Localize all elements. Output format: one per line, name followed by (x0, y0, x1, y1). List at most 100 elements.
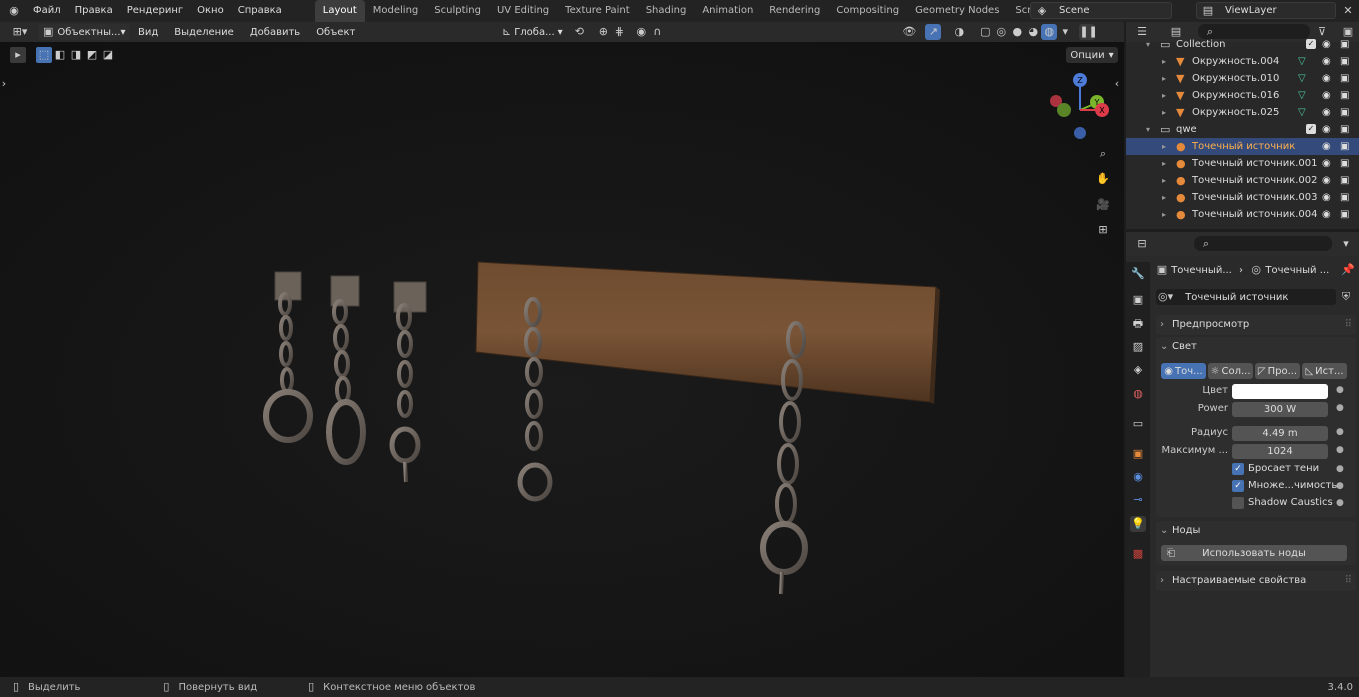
light-type-sun[interactable]: ☼ Сол... (1208, 363, 1253, 379)
pivot-icon[interactable]: ⟲ (571, 24, 587, 40)
tab-animation[interactable]: Animation (694, 0, 761, 22)
perspective-grid-icon[interactable]: ⊞ (1095, 222, 1111, 238)
multiple-importance-checkbox[interactable]: ✓ (1232, 480, 1244, 492)
world-tab-icon[interactable]: ◍ (1130, 386, 1146, 402)
keyframe-dot-icon[interactable]: ● (1336, 464, 1344, 474)
light-data-tab-icon[interactable]: 💡 (1130, 516, 1146, 532)
menu-file[interactable]: Файл (26, 0, 68, 22)
modifier-icon[interactable]: ▽ (1298, 87, 1306, 104)
shading-options-icon[interactable]: ▾ (1057, 24, 1073, 40)
menu-help[interactable]: Справка (231, 0, 289, 22)
shading-wireframe-icon[interactable]: ◎ (993, 24, 1009, 40)
blender-logo-icon[interactable]: ◉ (6, 3, 22, 19)
drag-handle-icon[interactable]: ⠿ (1345, 315, 1352, 335)
pause-icon[interactable]: ❚❚ (1079, 24, 1098, 40)
outliner-object-row[interactable]: ▸ ● Точечный источник.002 ◉ ▣ (1126, 172, 1359, 189)
menu-edit[interactable]: Правка (68, 0, 120, 22)
render-camera-icon[interactable]: ▣ (1340, 155, 1349, 172)
menu-add[interactable]: Добавить (242, 27, 308, 38)
chevron-down-icon[interactable]: ▾ (1338, 236, 1354, 252)
tab-shading[interactable]: Shading (638, 0, 695, 22)
modifier-icon[interactable]: ▽ (1298, 70, 1306, 87)
outliner-object-row[interactable]: ▸ ● Точечный источник.001 ◉ ▣ (1126, 155, 1359, 172)
render-camera-icon[interactable]: ▣ (1340, 70, 1349, 87)
outliner-collection-row[interactable]: ▾ ▭ Collection ✓ ◉ ▣ (1126, 36, 1359, 53)
eye-icon[interactable]: ◉ (1322, 172, 1331, 189)
shading-solid-icon[interactable]: ● (1009, 24, 1025, 40)
tool-tab-icon[interactable]: 🔧 (1130, 266, 1146, 282)
gizmo-toggle-icon[interactable]: ↗ (925, 24, 942, 40)
outliner-collection-row[interactable]: ▾ ▭ qwe ✓ ◉ ▣ (1126, 121, 1359, 138)
radius-field[interactable]: 4.49 m (1232, 426, 1328, 441)
light-type-point[interactable]: ◉ Точ... (1161, 363, 1206, 379)
scene-selector[interactable]: Scene (1030, 2, 1172, 19)
navigation-gizmo[interactable]: Z Y X (1045, 70, 1115, 142)
render-camera-icon[interactable]: ▣ (1340, 206, 1349, 223)
menu-render[interactable]: Рендеринг (120, 0, 190, 22)
editor-type-icon[interactable]: ⊟ (1134, 236, 1150, 252)
menu-window[interactable]: Окно (190, 0, 231, 22)
outliner-object-row[interactable]: ▸ ▼ Окружность.025 ▽ ◉ ▣ (1126, 104, 1359, 121)
chevron-right-icon[interactable]: ▸ (1162, 70, 1166, 87)
options-dropdown[interactable]: Опции ▾ (1066, 47, 1118, 63)
chevron-right-icon[interactable]: ▸ (1162, 53, 1166, 70)
keyframe-dot-icon[interactable]: ● (1336, 445, 1344, 455)
eye-icon[interactable]: ◉ (1322, 70, 1331, 87)
drag-handle-icon[interactable]: ⠿ (1345, 571, 1352, 591)
keyframe-dot-icon[interactable]: ● (1336, 498, 1344, 508)
chevron-right-icon[interactable]: ▸ (1162, 206, 1166, 223)
render-camera-icon[interactable]: ▣ (1340, 172, 1349, 189)
visibility-icon[interactable]: 👁 (901, 24, 917, 40)
menu-select[interactable]: Выделение (166, 27, 242, 38)
modifier-icon[interactable]: ▽ (1298, 53, 1306, 70)
eye-icon[interactable]: ◉ (1322, 206, 1331, 223)
datablock-selector[interactable]: ◎▾ Точечный источник (1156, 289, 1336, 305)
overlays-icon[interactable]: ◑ (951, 24, 967, 40)
keyframe-dot-icon[interactable]: ● (1336, 481, 1344, 491)
tab-modeling[interactable]: Modeling (365, 0, 427, 22)
camera-icon[interactable]: 🎥 (1095, 197, 1111, 213)
outliner-object-row[interactable]: ▸ ● Точечный источник.003 ◉ ▣ (1126, 189, 1359, 206)
color-swatch[interactable] (1232, 384, 1328, 399)
proportional-edit-icon[interactable]: ◉ (633, 24, 649, 40)
3d-viewport[interactable] (0, 42, 1124, 677)
shading-material-icon[interactable]: ◕ (1025, 24, 1041, 40)
outliner-object-row[interactable]: ▸ ● Точечный источник.004 ◉ ▣ (1126, 206, 1359, 223)
render-camera-icon[interactable]: ▣ (1340, 138, 1349, 155)
tab-compositing[interactable]: Compositing (828, 0, 907, 22)
menu-view[interactable]: Вид (130, 27, 166, 38)
render-camera-icon[interactable]: ▣ (1340, 87, 1349, 104)
xray-icon[interactable]: ▢ (977, 24, 993, 40)
orientation-dropdown[interactable]: ⊾ Глоба... ▾ (499, 24, 565, 40)
panel-preview[interactable]: › Предпросмотр ⠿ (1156, 315, 1356, 335)
eye-icon[interactable]: ◉ (1322, 104, 1331, 121)
physics-tab-icon[interactable]: ◉ (1130, 469, 1146, 485)
tab-uv-editing[interactable]: UV Editing (489, 0, 557, 22)
fake-user-shield-icon[interactable]: ⛨ (1338, 289, 1354, 305)
render-camera-icon[interactable]: ▣ (1340, 104, 1349, 121)
tab-texture-paint[interactable]: Texture Paint (557, 0, 638, 22)
pin-icon[interactable]: 📌 (1340, 262, 1356, 278)
mode-dropdown[interactable]: ▣ Объектны... ▾ (38, 24, 130, 40)
render-tab-icon[interactable]: ▣ (1130, 292, 1146, 308)
cast-shadow-checkbox[interactable]: ✓ (1232, 463, 1244, 475)
eye-icon[interactable]: ◉ (1322, 53, 1331, 70)
chevron-right-icon[interactable]: ▸ (1162, 189, 1166, 206)
keyframe-dot-icon[interactable]: ● (1336, 385, 1344, 395)
tab-sculpting[interactable]: Sculpting (426, 0, 489, 22)
chevron-down-icon[interactable]: ▾ (1146, 121, 1150, 138)
render-camera-icon[interactable]: ▣ (1340, 53, 1349, 70)
chevron-right-icon[interactable]: ▸ (1162, 155, 1166, 172)
falloff-icon[interactable]: ∩ (649, 24, 665, 40)
collection-tab-icon[interactable]: ▭ (1130, 416, 1146, 432)
eye-icon[interactable]: ◉ (1322, 155, 1331, 172)
light-type-area[interactable]: ◺ Ист... (1302, 363, 1347, 379)
tab-geometry-nodes[interactable]: Geometry Nodes (907, 0, 1007, 22)
output-tab-icon[interactable]: 🖶 (1130, 316, 1146, 332)
pan-hand-icon[interactable]: ✋ (1095, 171, 1111, 187)
outliner-object-row[interactable]: ▸ ▼ Окружность.010 ▽ ◉ ▣ (1126, 70, 1359, 87)
select-box-extend-icon[interactable]: ◧ (52, 47, 68, 63)
chevron-right-icon[interactable]: ▸ (1162, 138, 1166, 155)
chevron-down-icon[interactable]: ▾ (1146, 36, 1150, 53)
render-camera-icon[interactable]: ▣ (1340, 121, 1349, 138)
